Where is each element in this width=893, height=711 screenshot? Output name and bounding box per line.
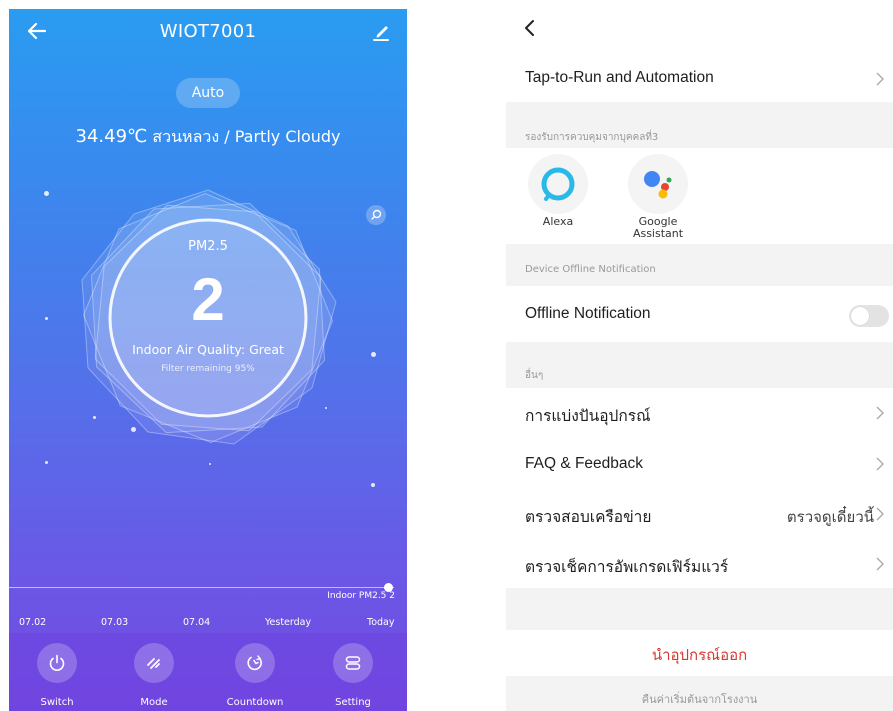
search-location-icon[interactable] (365, 204, 387, 226)
tap-to-run-label: Tap-to-Run and Automation (525, 69, 714, 86)
mode-icon (147, 658, 160, 669)
settings-icon (345, 656, 361, 670)
remove-device-button[interactable]: นำอุปกรณ์ออก (506, 643, 893, 667)
google-assistant-item[interactable]: Google Assistant (618, 154, 698, 240)
decor-dot (93, 416, 96, 419)
weather-temp: 34.49℃ (75, 126, 148, 147)
air-quality-text: Indoor Air Quality: Great (132, 342, 284, 357)
spacer-band (506, 588, 893, 630)
other-header: อื่นๆ (525, 370, 544, 381)
mode-pill[interactable]: Auto (176, 78, 240, 108)
decor-dot (44, 191, 49, 196)
chevron-right-icon (876, 457, 884, 471)
pm-value: 2 (191, 266, 225, 333)
setting-button[interactable]: Setting (318, 643, 388, 708)
back-chevron-icon[interactable] (519, 14, 541, 42)
alexa-item[interactable]: Alexa (518, 154, 598, 228)
decor-dot (45, 317, 48, 320)
alexa-icon (528, 154, 588, 214)
google-assistant-icon (628, 154, 688, 214)
reset-band: คืนค่าเริ่มต้นจากโรงงาน (506, 676, 893, 711)
date-axis: 07.02 07.03 07.04 Yesterday Today (9, 617, 407, 633)
weather-line: 34.49℃ สวนหลวง / Partly Cloudy (9, 125, 407, 150)
countdown-button[interactable]: Countdown (220, 643, 290, 708)
network-check-row[interactable]: ตรวจสอบเครือข่าย ตรวจดูเดี๋ยวนี้ (506, 488, 893, 538)
pm-trend-label: Indoor PM2.5 2 (327, 591, 395, 601)
chevron-right-icon (876, 507, 884, 521)
date-label[interactable]: Yesterday (265, 617, 311, 628)
date-label[interactable]: Today (367, 617, 394, 628)
countdown-circle (235, 643, 275, 683)
firmware-label: ตรวจเช็คการอัพเกรดเฟิร์มแวร์ (525, 559, 729, 576)
faq-row[interactable]: FAQ & Feedback (506, 438, 893, 488)
date-label[interactable]: 07.02 (19, 617, 46, 628)
device-title: WIOT7001 (159, 21, 257, 42)
remove-device-row[interactable]: นำอุปกรณ์ออก (506, 630, 893, 676)
network-check-label: ตรวจสอบเครือข่าย (525, 509, 652, 526)
date-label[interactable]: 07.03 (101, 617, 128, 628)
switch-circle (37, 643, 77, 683)
switch-label: Switch (40, 697, 74, 708)
setting-circle (333, 643, 373, 683)
third-party-header: รองรับการควบคุมจากบุคคลที่3 (525, 132, 659, 143)
setting-label: Setting (335, 697, 371, 708)
chevron-right-icon (876, 406, 884, 420)
pm-trend-line (9, 587, 394, 588)
network-check-value: ตรวจดูเดี๋ยวนี้ (786, 508, 874, 526)
decor-dot (371, 352, 376, 357)
alexa-ring (541, 167, 575, 201)
offline-notification-label: Offline Notification (525, 305, 651, 322)
decor-dot (131, 427, 136, 432)
firmware-row[interactable]: ตรวจเช็คการอัพเกรดเฟิร์มแวร์ (506, 538, 893, 588)
offline-notification-toggle[interactable] (849, 305, 889, 327)
decor-dot (325, 407, 327, 409)
date-label[interactable]: 07.04 (183, 617, 210, 628)
control-bar: Switch Mode Countdown Setting (9, 633, 407, 711)
decor-dot (371, 483, 375, 487)
edit-icon[interactable] (367, 17, 395, 45)
device-sharing-label: การแบ่งปันอุปกรณ์ (525, 408, 651, 425)
other-section: อื่นๆ (506, 342, 893, 388)
faq-label: FAQ & Feedback (525, 455, 644, 472)
chevron-right-icon (876, 557, 884, 571)
settings-screen: Tap-to-Run and Automation รองรับการควบคุ… (506, 0, 893, 711)
switch-button[interactable]: Switch (22, 643, 92, 708)
offline-header: Device Offline Notification (525, 264, 656, 275)
countdown-label: Countdown (226, 697, 284, 708)
factory-reset-button[interactable]: คืนค่าเริ่มต้นจากโรงงาน (506, 690, 893, 708)
device-screen: WIOT7001 Auto 34.49℃ สวนหลวง / Partly Cl… (9, 9, 407, 711)
decor-dot (45, 461, 48, 464)
third-party-section: รองรับการควบคุมจากบุคคลที่3 (506, 102, 893, 148)
pm-label: PM2.5 (188, 239, 228, 254)
offline-section: Device Offline Notification (506, 244, 893, 286)
device-header: WIOT7001 (9, 9, 407, 55)
alexa-label: Alexa (542, 215, 574, 228)
google-assistant-label: Google Assistant (632, 215, 684, 240)
tap-to-run-row[interactable]: Tap-to-Run and Automation (506, 56, 893, 102)
filter-remaining: Filter remaining 95% (161, 364, 255, 374)
assistant-row: Alexa Google Assistant (506, 148, 893, 244)
google-dots (644, 171, 672, 199)
countdown-icon (247, 655, 262, 671)
device-sharing-row[interactable]: การแบ่งปันอุปกรณ์ (506, 388, 893, 438)
weather-text: สวนหลวง / Partly Cloudy (152, 127, 341, 146)
power-icon (49, 654, 65, 671)
mode-label: Mode (140, 697, 168, 708)
mode-button[interactable]: Mode (119, 643, 189, 708)
chevron-right-icon (876, 72, 884, 86)
mode-circle (134, 643, 174, 683)
offline-notification-row: Offline Notification (506, 286, 893, 342)
decor-dot (209, 463, 211, 465)
